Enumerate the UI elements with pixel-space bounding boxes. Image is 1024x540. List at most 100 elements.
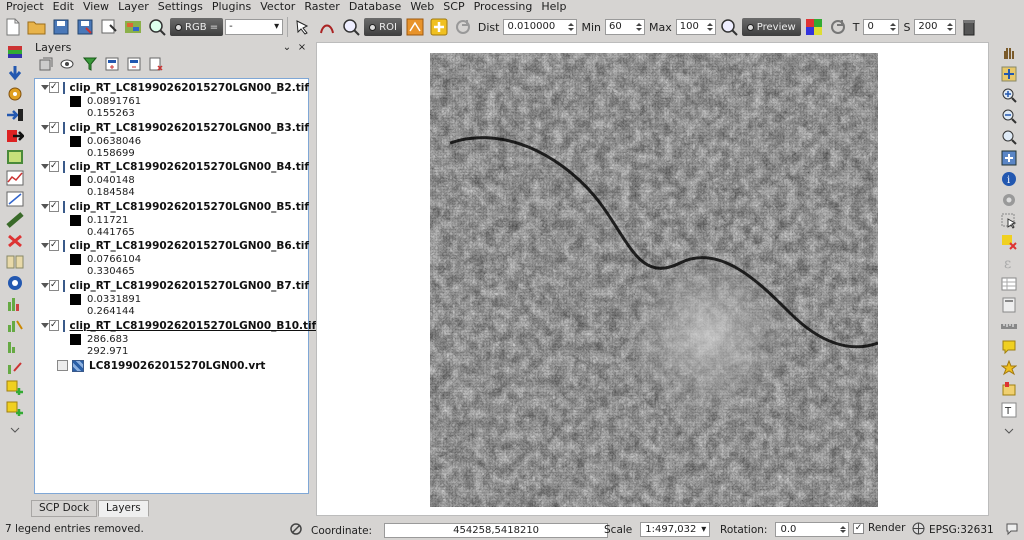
pan-hand-icon[interactable] xyxy=(999,44,1019,62)
preview-zoom-icon[interactable] xyxy=(718,16,740,38)
layer-visibility-checkbox[interactable] xyxy=(57,360,68,371)
zoom-layer-icon[interactable] xyxy=(999,149,1019,167)
menu-processing[interactable]: Processing xyxy=(471,0,539,14)
layer-row-b4[interactable]: ✓ clip_RT_LC81990262015270LGN00_B4.tif xyxy=(35,160,309,173)
menu-web[interactable]: Web xyxy=(407,0,440,14)
print-composer-icon[interactable] xyxy=(98,16,120,38)
roi-toggle-button[interactable]: ROI xyxy=(364,18,402,36)
new-project-icon[interactable] xyxy=(2,16,24,38)
tab-layers[interactable]: Layers xyxy=(98,500,149,517)
expression-epsilon-icon[interactable]: ε xyxy=(999,254,1019,272)
rotation-spinbox[interactable]: 0.0 xyxy=(775,522,850,537)
post-processing-icon[interactable] xyxy=(4,231,26,250)
roi-draw-icon[interactable] xyxy=(316,16,338,38)
layer-row-b6[interactable]: ✓ clip_RT_LC81990262015270LGN00_B6.tif xyxy=(35,239,309,252)
roi-pointer-icon[interactable] xyxy=(292,16,314,38)
zoom-full-icon[interactable] xyxy=(999,128,1019,146)
rgb-toggle-button[interactable]: RGB = xyxy=(170,18,224,36)
layer-visibility-checkbox[interactable]: ✓ xyxy=(49,201,59,212)
open-project-icon[interactable] xyxy=(26,16,48,38)
select-features-icon[interactable] xyxy=(999,212,1019,230)
layer-visibility-checkbox[interactable]: ✓ xyxy=(49,122,59,133)
map-canvas[interactable] xyxy=(316,42,989,516)
layer-visibility-checkbox[interactable]: ✓ xyxy=(49,280,59,291)
coordinate-field[interactable]: 454258,5418210 xyxy=(384,523,609,538)
coordinate-toggle-icon[interactable] xyxy=(289,522,303,539)
menu-help[interactable]: Help xyxy=(538,0,572,14)
deselect-icon[interactable] xyxy=(999,233,1019,251)
tools-icon[interactable] xyxy=(4,84,26,103)
collapse-all-icon[interactable] xyxy=(125,55,143,73)
scatter-plot-icon[interactable] xyxy=(4,189,26,208)
max-spinbox[interactable]: 100 xyxy=(675,19,716,35)
spectral-plot-icon[interactable] xyxy=(4,168,26,187)
menu-scp[interactable]: SCP xyxy=(440,0,470,14)
crs-label[interactable]: EPSG:32631 xyxy=(929,524,994,536)
pre-processing-icon[interactable] xyxy=(4,210,26,229)
layer-visibility-checkbox[interactable]: ✓ xyxy=(49,161,59,172)
export-icon[interactable] xyxy=(4,126,26,145)
add-roi-icon[interactable] xyxy=(428,16,450,38)
new-bookmark-icon[interactable] xyxy=(999,359,1019,377)
menu-edit[interactable]: Edit xyxy=(50,0,80,14)
save-project-icon[interactable] xyxy=(50,16,72,38)
add-vector-icon[interactable] xyxy=(4,378,26,397)
accuracy-icon[interactable] xyxy=(4,315,26,334)
close-panel-button[interactable]: × xyxy=(296,42,308,53)
rgb-combobox[interactable]: - ▾ xyxy=(225,19,284,35)
pan-to-selection-icon[interactable] xyxy=(999,65,1019,83)
min-spinbox[interactable]: 60 xyxy=(605,19,646,35)
layer-row-b10[interactable]: ✓ clip_RT_LC81990262015270LGN00_B10.tif xyxy=(35,319,316,332)
dist-spinbox[interactable]: 0.010000 xyxy=(503,19,578,35)
menu-view[interactable]: View xyxy=(80,0,115,14)
roi-orange-icon[interactable] xyxy=(404,16,426,38)
scp-zoom-input-icon[interactable] xyxy=(146,16,168,38)
layer-row-b2[interactable]: ✓ clip_RT_LC81990262015270LGN00_B2.tif xyxy=(35,81,309,94)
settings-gear-icon[interactable] xyxy=(4,273,26,292)
menu-settings[interactable]: Settings xyxy=(155,0,209,14)
show-bookmarks-icon[interactable] xyxy=(999,380,1019,398)
layer-row-b7[interactable]: ✓ clip_RT_LC81990262015270LGN00_B7.tif xyxy=(35,279,309,292)
render-checkbox[interactable]: ✓ xyxy=(853,522,864,534)
redo-preview-icon[interactable] xyxy=(827,16,849,38)
field-calculator-icon[interactable] xyxy=(999,296,1019,314)
scp-classification-icon[interactable] xyxy=(122,16,144,38)
save-as-icon[interactable] xyxy=(74,16,96,38)
menu-raster[interactable]: Raster xyxy=(301,0,345,14)
roi-zoom-icon[interactable] xyxy=(340,16,362,38)
histogram-icon[interactable] xyxy=(4,294,26,313)
tab-scp-dock[interactable]: SCP Dock xyxy=(31,500,98,517)
more-tools-chevron-icon[interactable] xyxy=(999,422,1019,440)
open-layer-styling-icon[interactable] xyxy=(37,55,55,73)
s-spinbox[interactable]: 200 xyxy=(914,19,957,35)
menu-project[interactable]: Project xyxy=(3,0,50,14)
t-spinbox[interactable]: 0 xyxy=(863,19,900,35)
preview-toggle-button[interactable]: Preview xyxy=(741,18,801,36)
layer-row-b5[interactable]: ✓ clip_RT_LC81990262015270LGN00_B5.tif xyxy=(35,200,309,213)
text-annotation-icon[interactable]: T xyxy=(999,401,1019,419)
layer-visibility-checkbox[interactable]: ✓ xyxy=(49,240,59,251)
map-tips-icon[interactable] xyxy=(999,338,1019,356)
classification-report-icon[interactable] xyxy=(4,357,26,376)
band-calc-icon[interactable] xyxy=(4,252,26,271)
land-cover-icon[interactable] xyxy=(4,336,26,355)
band-set-icon[interactable] xyxy=(4,147,26,166)
layer-row-b3[interactable]: ✓ clip_RT_LC81990262015270LGN00_B3.tif xyxy=(35,121,309,134)
filter-legend-icon[interactable] xyxy=(81,55,99,73)
menu-database[interactable]: Database xyxy=(346,0,408,14)
menu-plugins[interactable]: Plugins xyxy=(209,0,257,14)
expand-all-icon[interactable] xyxy=(103,55,121,73)
preview-colors-icon[interactable] xyxy=(803,16,825,38)
import-icon[interactable] xyxy=(4,105,26,124)
layer-row-vrt[interactable]: LC81990262015270LGN00.vrt xyxy=(35,359,307,372)
download-arrow-icon[interactable] xyxy=(4,63,26,82)
layer-visibility-checkbox[interactable]: ✓ xyxy=(49,82,59,93)
float-panel-button[interactable]: ⌄ xyxy=(281,42,293,53)
zoom-in-icon[interactable] xyxy=(999,86,1019,104)
action-gear-icon[interactable] xyxy=(999,191,1019,209)
messages-icon[interactable] xyxy=(1005,522,1019,539)
identify-info-icon[interactable]: i xyxy=(999,170,1019,188)
more-tools-chevron-icon[interactable] xyxy=(4,420,26,439)
measure-icon[interactable] xyxy=(999,317,1019,335)
attribute-table-icon[interactable] xyxy=(999,275,1019,293)
